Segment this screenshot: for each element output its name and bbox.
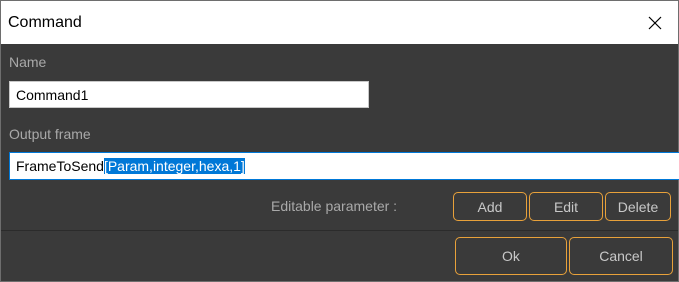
close-icon [648,16,662,29]
cancel-button[interactable]: Cancel [569,237,673,275]
name-input[interactable]: Command1 [9,81,369,108]
close-button[interactable] [632,1,678,44]
add-button[interactable]: Add [453,192,527,221]
command-dialog: Command Name Command1 Output frame Frame… [0,0,679,282]
name-label: Name [9,54,47,70]
ok-button[interactable]: Ok [455,237,567,275]
output-frame-label: Output frame [9,126,91,142]
footer-divider [1,230,678,231]
window-title: Command [8,14,82,31]
output-frame-input[interactable]: FrameToSend[Param,integer,hexa,1] [9,152,679,180]
dialog-body: Name Command1 Output frame FrameToSend[P… [1,44,679,281]
editable-parameter-label: Editable parameter : [271,198,398,214]
edit-button[interactable]: Edit [529,192,603,221]
title-bar: Command [1,1,678,44]
delete-button[interactable]: Delete [605,192,671,221]
output-frame-text: FrameToSend [16,158,104,174]
output-frame-selected-text: [Param,integer,hexa,1] [103,158,245,174]
